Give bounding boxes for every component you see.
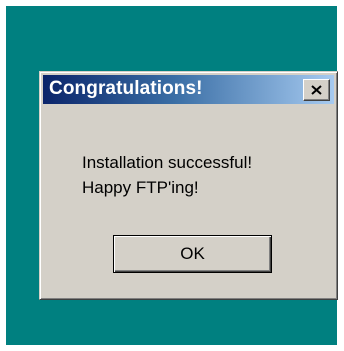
dialog-message: Installation successful! Happy FTP'ing! (82, 150, 252, 200)
congratulations-dialog: Congratulations! Installation successful… (39, 71, 338, 300)
desktop-background: Congratulations! Installation successful… (6, 6, 338, 345)
message-line-2: Happy FTP'ing! (82, 178, 199, 197)
message-line-1: Installation successful! (82, 153, 253, 172)
dialog-titlebar[interactable]: Congratulations! (43, 75, 334, 104)
close-icon (311, 85, 322, 95)
dialog-title: Congratulations! (49, 78, 203, 99)
ok-button-label: OK (180, 244, 205, 263)
close-button[interactable] (303, 79, 330, 101)
ok-button[interactable]: OK (113, 235, 272, 273)
